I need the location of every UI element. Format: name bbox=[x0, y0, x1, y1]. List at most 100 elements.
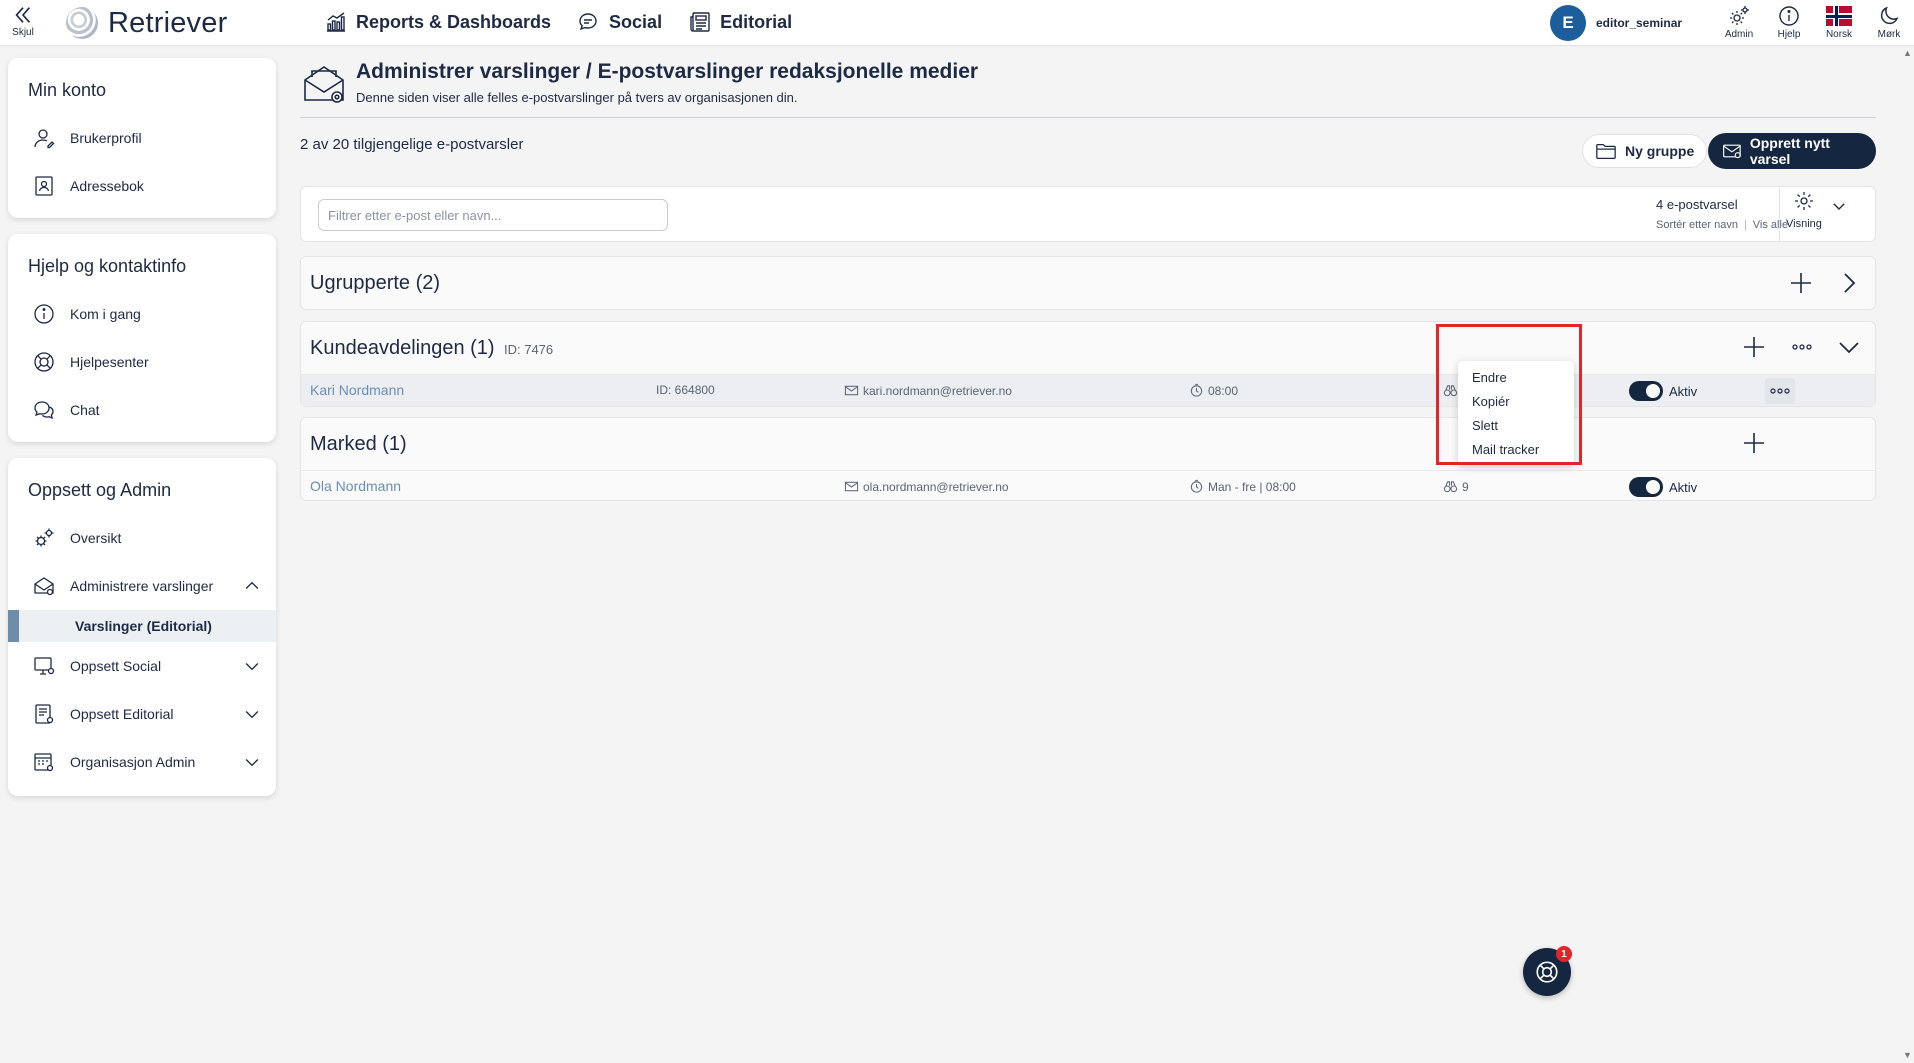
sort-by-name-link[interactable]: Sortér etter navn bbox=[1656, 219, 1738, 231]
sidebar-item-organisasjon-admin[interactable]: Organisasjon Admin bbox=[8, 738, 276, 786]
row-more-button[interactable] bbox=[1765, 378, 1795, 404]
language-button[interactable]: Norsk bbox=[1814, 4, 1864, 40]
filter-bar: 4 e-postvarsel Sortér etter navn | Vis a… bbox=[300, 186, 1877, 243]
help-card: Hjelp og kontaktinfo Kom i gang Hjelpese… bbox=[8, 234, 276, 442]
monitor-gear-icon bbox=[34, 657, 55, 675]
create-alert-button[interactable]: Opprett nytt varsel bbox=[1708, 133, 1876, 169]
table-row[interactable]: Ola Nordmann ola.nordmann@retriever.no M… bbox=[301, 470, 1875, 502]
binoculars-icon bbox=[1443, 385, 1458, 397]
chevron-down-icon[interactable] bbox=[242, 752, 262, 772]
lifebuoy-icon bbox=[1536, 961, 1558, 983]
collapse-sidebar-button[interactable]: Skjul bbox=[8, 4, 38, 38]
menu-item-mail-tracker[interactable]: Mail tracker bbox=[1458, 437, 1574, 461]
nav-label: Social bbox=[609, 11, 663, 32]
group-name: Kundeavdelingen (1) bbox=[310, 337, 495, 359]
time-text: 08:00 bbox=[1208, 383, 1239, 398]
sidebar-item-oppsett-social[interactable]: Oppsett Social bbox=[8, 642, 276, 690]
status-toggle-wrap: Aktiv bbox=[1629, 477, 1697, 497]
collapse-label: Skjul bbox=[12, 27, 34, 38]
alert-email: ola.nordmann@retriever.no bbox=[844, 479, 1009, 494]
status-toggle[interactable] bbox=[1629, 381, 1663, 401]
sidebar-item-label: Chat bbox=[70, 402, 100, 418]
sidebar-item-label: Kom i gang bbox=[70, 306, 141, 322]
top-icons: Admin Hjelp Norsk Mørk bbox=[1714, 4, 1914, 40]
alert-email: kari.nordmann@retriever.no bbox=[844, 383, 1012, 398]
group-kundeavdelingen: Kundeavdelingen (1) ID: 7476 Kari Nordma… bbox=[300, 321, 1876, 407]
mail-gear-icon bbox=[304, 66, 344, 103]
group-header[interactable]: Ugrupperte (2) bbox=[301, 257, 1875, 309]
menu-item-edit[interactable]: Endre bbox=[1458, 365, 1574, 389]
nav-reports-dashboards[interactable]: Reports & Dashboards bbox=[324, 8, 551, 36]
more-dots-icon bbox=[1770, 388, 1790, 394]
lifebuoy-icon bbox=[34, 352, 54, 372]
nav-editorial[interactable]: Editorial bbox=[688, 8, 792, 36]
status-toggle-wrap: Aktiv bbox=[1629, 381, 1697, 401]
gears-icon bbox=[35, 528, 54, 547]
sidebar-item-kom-i-gang[interactable]: Kom i gang bbox=[8, 290, 276, 338]
plus-icon bbox=[1791, 273, 1811, 293]
chevron-down-icon[interactable] bbox=[242, 704, 262, 724]
admin-label: Admin bbox=[1724, 29, 1754, 40]
scroll-down-arrow[interactable]: ▼ bbox=[1903, 1050, 1913, 1060]
nav-social[interactable]: Social bbox=[577, 8, 662, 36]
group-marked: Marked (1) Ola Nordmann ola.nordmann@ret… bbox=[300, 417, 1876, 501]
nav-label: Editorial bbox=[720, 11, 793, 32]
menu-item-copy[interactable]: Kopiér bbox=[1458, 389, 1574, 413]
help-button[interactable]: Hjelp bbox=[1764, 4, 1814, 40]
plus-icon bbox=[1744, 433, 1764, 453]
norway-flag-icon bbox=[1826, 6, 1852, 26]
sidebar-item-oppsett-editorial[interactable]: Oppsett Editorial bbox=[8, 690, 276, 738]
group-header: Marked (1) bbox=[301, 418, 1875, 470]
sort-options: Sortér etter navn | Vis alle bbox=[1656, 219, 1788, 231]
retriever-logo[interactable]: Retriever bbox=[66, 6, 227, 40]
avatar: E bbox=[1550, 5, 1586, 41]
collapse-group-button[interactable] bbox=[1834, 332, 1864, 362]
sidebar-item-brukerprofil[interactable]: Brukerprofil bbox=[8, 114, 276, 162]
sidebar-item-oversikt[interactable]: Oversikt bbox=[8, 514, 276, 562]
view-options-button[interactable]: Visning bbox=[1779, 187, 1877, 243]
alert-time: Man - fre | 08:00 bbox=[1189, 479, 1296, 494]
divider: | bbox=[1743, 219, 1747, 231]
chevron-up-icon[interactable] bbox=[242, 576, 262, 596]
dark-mode-button[interactable]: Mørk bbox=[1864, 4, 1914, 40]
envelope-icon bbox=[844, 385, 859, 396]
sidebar-item-adressebok[interactable]: Adressebok bbox=[8, 162, 276, 210]
logo-icon bbox=[66, 7, 98, 39]
user-menu[interactable]: E editor_seminar bbox=[1550, 5, 1682, 41]
binoculars-icon bbox=[1443, 481, 1458, 493]
group-more-button[interactable] bbox=[1787, 332, 1817, 362]
page-title: Administrer varslinger / E-postvarslinge… bbox=[356, 60, 979, 83]
chat-icon bbox=[34, 401, 54, 420]
sidebar-item-label: Oppsett Social bbox=[70, 658, 162, 674]
alert-id: ID: 664800 bbox=[656, 383, 715, 397]
scroll-up-arrow[interactable]: ▲ bbox=[1903, 48, 1913, 58]
alert-name-link[interactable]: Kari Nordmann bbox=[310, 382, 404, 398]
add-to-group-button[interactable] bbox=[1786, 268, 1816, 298]
envelope-icon bbox=[844, 481, 859, 492]
admin-button[interactable]: Admin bbox=[1714, 4, 1764, 40]
sidebar-item-administrere-varslinger[interactable]: Administrere varslinger bbox=[8, 562, 276, 610]
status-toggle[interactable] bbox=[1629, 477, 1663, 497]
info-icon bbox=[34, 304, 54, 324]
sidebar-item-varslinger-editorial[interactable]: Varslinger (Editorial) bbox=[8, 610, 276, 642]
sidebar-item-label: Organisasjon Admin bbox=[70, 754, 196, 770]
subs-text: 9 bbox=[1462, 479, 1469, 494]
sidebar-item-label: Oppsett Editorial bbox=[70, 706, 174, 722]
filter-input[interactable] bbox=[318, 199, 668, 231]
menu-item-delete[interactable]: Slett bbox=[1458, 413, 1574, 437]
add-to-group-button[interactable] bbox=[1739, 428, 1769, 458]
add-to-group-button[interactable] bbox=[1739, 332, 1769, 362]
account-title: Min konto bbox=[28, 80, 107, 100]
expand-group-button[interactable] bbox=[1834, 268, 1864, 298]
chevron-right-icon bbox=[1844, 273, 1856, 293]
envelope-icon bbox=[1723, 144, 1741, 159]
admin-card: Oppsett og Admin Oversikt Administrere v… bbox=[8, 458, 276, 796]
sidebar-item-chat[interactable]: Chat bbox=[8, 386, 276, 434]
new-group-button[interactable]: Ny gruppe bbox=[1582, 134, 1708, 168]
table-row[interactable]: Kari Nordmann ID: 664800 kari.nordmann@r… bbox=[301, 374, 1875, 406]
chevron-down-icon[interactable] bbox=[242, 656, 262, 676]
sidebar-item-hjelpesenter[interactable]: Hjelpesenter bbox=[8, 338, 276, 386]
newspaper-gear-icon bbox=[35, 704, 54, 724]
alert-name-link[interactable]: Ola Nordmann bbox=[310, 478, 401, 494]
chevron-down-icon bbox=[1833, 203, 1845, 210]
